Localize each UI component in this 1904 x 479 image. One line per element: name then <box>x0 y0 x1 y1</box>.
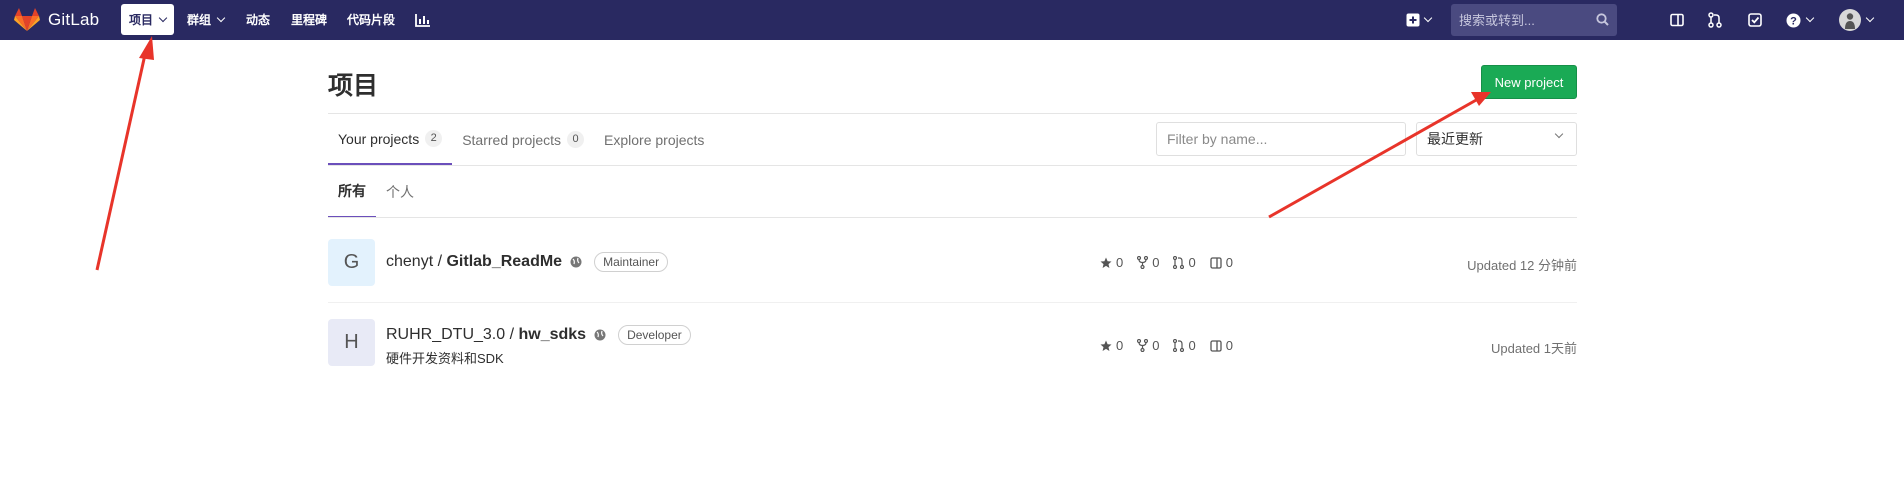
nav-activity-label: 动态 <box>246 13 271 27</box>
nav-milestones-label: 里程碑 <box>291 13 328 27</box>
merge-requests-stat[interactable]: 0 <box>1173 255 1196 270</box>
top-navbar: GitLab 项目 群组 动态 里程碑 代码片段 ? <box>0 0 1904 40</box>
project-tabs: Your projects 2 Starred projects 0 Explo… <box>328 114 714 165</box>
merge-requests-count: 0 <box>1188 338 1196 353</box>
nav-activity[interactable]: 动态 <box>238 4 278 35</box>
sidebar-toggle-icon[interactable] <box>1667 10 1687 30</box>
stars-count: 0 <box>1116 255 1124 270</box>
page-title: 项目 <box>328 72 379 100</box>
nav-snippets[interactable]: 代码片段 <box>339 4 403 35</box>
chart-icon[interactable] <box>413 10 433 30</box>
merge-requests-icon[interactable] <box>1705 10 1725 30</box>
stars-stat[interactable]: 0 <box>1100 255 1123 270</box>
chevron-down-icon <box>1423 13 1432 23</box>
globe-icon <box>570 256 582 268</box>
project-namespace: RUHR_DTU_3.0 / <box>386 326 515 343</box>
issues-count: 0 <box>1225 338 1233 353</box>
tab-starred-projects[interactable]: Starred projects 0 <box>452 114 594 165</box>
stars-count: 0 <box>1116 338 1124 353</box>
new-project-button[interactable]: New project <box>1481 65 1577 99</box>
todos-icon[interactable] <box>1745 10 1765 30</box>
nav-milestones[interactable]: 里程碑 <box>283 4 335 35</box>
project-name: hw_sdks <box>518 326 587 343</box>
nav-projects-dropdown[interactable]: 项目 <box>121 4 175 35</box>
issues-icon <box>1210 256 1222 269</box>
forks-stat[interactable]: 0 <box>1137 338 1159 353</box>
gitlab-tanuki-icon <box>14 8 40 31</box>
project-link[interactable]: RUHR_DTU_3.0 / hw_sdks <box>386 326 586 344</box>
avatar <box>1839 9 1861 31</box>
help-dropdown-button[interactable]: ? <box>1782 10 1816 30</box>
stars-stat[interactable]: 0 <box>1100 338 1123 353</box>
updated-time: Updated 12 分钟前 <box>1467 258 1577 273</box>
subtab-all[interactable]: 所有 <box>328 166 376 218</box>
nav-projects-label: 项目 <box>129 13 154 27</box>
star-icon <box>1100 340 1112 351</box>
search-field[interactable] <box>1451 4 1617 36</box>
annotation-arrow-projects <box>95 36 154 271</box>
nav-snippets-label: 代码片段 <box>347 13 396 27</box>
project-description: 硬件开发资料和SDK <box>386 351 504 366</box>
role-badge: Developer <box>618 325 691 345</box>
list-item: G chenyt / Gitlab_ReadMe Maintainer 0 0 … <box>328 218 1577 298</box>
divider <box>328 165 1577 166</box>
subtab-personal[interactable]: 个人 <box>376 166 424 218</box>
nav-groups-dropdown[interactable]: 群组 <box>179 4 232 35</box>
issues-icon <box>1210 339 1222 352</box>
fork-icon <box>1137 256 1149 269</box>
user-menu-button[interactable] <box>1838 9 1875 31</box>
tab-label: Explore projects <box>604 131 705 148</box>
search-input[interactable] <box>1459 12 1584 28</box>
fork-icon <box>1137 339 1149 352</box>
plus-square-icon <box>1406 13 1419 27</box>
ownership-tabs: 所有 个人 <box>328 166 424 218</box>
project-stats: 0 0 0 0 <box>1100 255 1233 270</box>
chevron-down-icon <box>1865 13 1875 23</box>
chevron-down-icon <box>158 13 168 22</box>
merge-requests-stat[interactable]: 0 <box>1173 338 1196 353</box>
tab-label: Your projects <box>338 130 420 147</box>
chevron-down-icon <box>1805 13 1814 23</box>
issues-stat[interactable]: 0 <box>1210 255 1233 270</box>
globe-icon <box>594 329 606 341</box>
project-title: chenyt / Gitlab_ReadMe Maintainer <box>386 252 669 272</box>
list-item: H RUHR_DTU_3.0 / hw_sdks Developer 硬件开发资… <box>328 303 1577 383</box>
merge-request-icon <box>1173 339 1185 352</box>
gitlab-logo[interactable]: GitLab <box>14 8 99 32</box>
forks-stat[interactable]: 0 <box>1137 255 1159 270</box>
project-title: RUHR_DTU_3.0 / hw_sdks Developer <box>386 325 691 345</box>
star-icon <box>1100 257 1112 268</box>
project-avatar[interactable]: H <box>328 319 375 366</box>
tab-your-projects[interactable]: Your projects 2 <box>328 114 453 165</box>
tab-explore-projects[interactable]: Explore projects <box>594 114 714 165</box>
issues-count: 0 <box>1225 255 1233 270</box>
new-dropdown-button[interactable] <box>1403 10 1433 30</box>
forks-count: 0 <box>1152 255 1160 270</box>
project-stats: 0 0 0 0 <box>1100 338 1233 353</box>
project-avatar[interactable]: G <box>328 239 375 286</box>
count-badge: 0 <box>567 131 585 148</box>
logo-text: GitLab <box>48 10 100 29</box>
issues-stat[interactable]: 0 <box>1210 338 1233 353</box>
nav-groups-label: 群组 <box>187 13 212 27</box>
count-badge: 2 <box>425 130 443 147</box>
filter-by-name-input[interactable] <box>1156 122 1406 156</box>
role-badge: Maintainer <box>594 252 669 272</box>
tab-label: Starred projects <box>462 131 562 148</box>
sort-dropdown[interactable]: 最近更新 <box>1416 122 1577 156</box>
forks-count: 0 <box>1152 338 1160 353</box>
chevron-down-icon <box>1554 129 1564 139</box>
search-icon <box>1596 13 1609 31</box>
sort-value: 最近更新 <box>1427 131 1483 147</box>
project-link[interactable]: chenyt / Gitlab_ReadMe <box>386 253 562 271</box>
question-circle-icon: ? <box>1786 13 1800 27</box>
project-namespace: chenyt / <box>386 253 443 270</box>
updated-time: Updated 1天前 <box>1491 341 1577 356</box>
chevron-down-icon <box>216 13 226 22</box>
merge-requests-count: 0 <box>1188 255 1196 270</box>
svg-text:?: ? <box>1790 15 1797 27</box>
merge-request-icon <box>1173 256 1185 269</box>
project-name: Gitlab_ReadMe <box>446 253 563 270</box>
